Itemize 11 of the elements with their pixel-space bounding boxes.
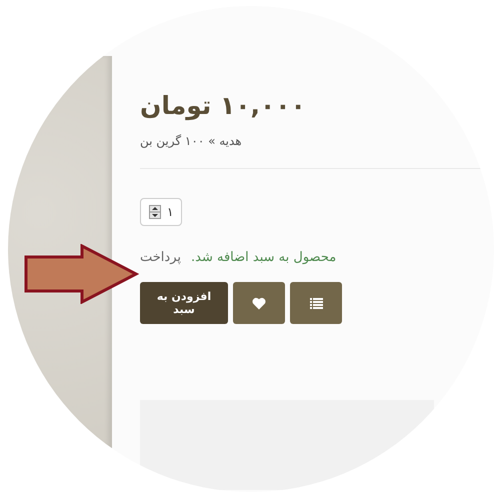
checkout-link[interactable]: پرداخت xyxy=(140,250,181,265)
breadcrumb: هدیه » ۱۰۰ گرین بن xyxy=(140,134,242,148)
product-price: ۱۰,۰۰۰ تومان xyxy=(140,90,306,122)
wishlist-button[interactable] xyxy=(233,282,285,324)
add-to-cart-button[interactable]: افزودن به سبد xyxy=(140,282,228,324)
list-icon xyxy=(310,298,322,308)
cart-notice: محصول به سبد اضافه شد. xyxy=(191,250,336,265)
spinner-icon[interactable] xyxy=(149,205,161,219)
list-button[interactable] xyxy=(290,282,342,324)
heart-icon xyxy=(252,296,266,310)
quantity-field[interactable]: ۱ xyxy=(140,198,182,226)
